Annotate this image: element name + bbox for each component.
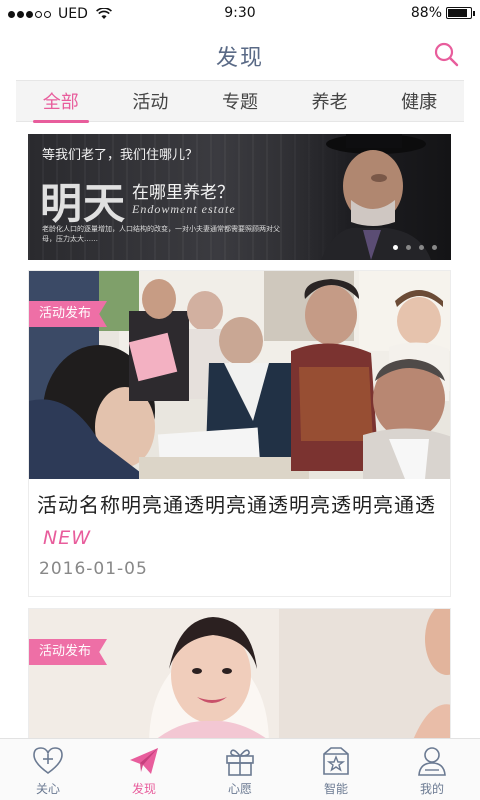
tab-elderly-care[interactable]: 养老 [306, 80, 354, 122]
activity-title-text: 活动名称明亮通透明亮通透明亮透明亮通透 [37, 493, 436, 517]
tab-topics[interactable]: 专题 [216, 80, 264, 122]
banner-carousel[interactable]: 等我们老了，我们住哪儿？ 明天 在哪里养老？ Endowment estate … [28, 134, 451, 260]
battery-percent: 88% [410, 5, 442, 21]
gift-icon [226, 749, 254, 776]
activity-title: 活动名称明亮通透明亮通透明亮透明亮通透 NEW [37, 489, 449, 554]
battery-level [448, 9, 468, 17]
tab-all[interactable]: 全部 [32, 80, 89, 123]
tabbar-label: 心愿 [227, 782, 252, 796]
status-right: 88% [410, 5, 475, 21]
bottom-tab-bar: 关心 发现 心愿 智能 我的 [0, 738, 480, 800]
tabbar-item-discover[interactable]: 发现 [109, 739, 179, 800]
tab-health[interactable]: 健康 [395, 80, 443, 122]
activity-photo: 活动发布 [29, 271, 450, 479]
battery-icon [446, 7, 475, 19]
page-title: 发现 [215, 46, 264, 71]
banner-dot[interactable] [432, 245, 437, 250]
heart-plus-icon [33, 747, 63, 774]
tabbar-item-smart[interactable]: 智能 [301, 739, 371, 800]
tabbar-item-wish[interactable]: 心愿 [205, 739, 275, 800]
user-icon [418, 747, 446, 776]
search-icon[interactable] [432, 40, 460, 68]
tabbar-item-care[interactable]: 关心 [13, 739, 83, 800]
category-tabs: 全部 活动 专题 养老 健康 [16, 80, 464, 123]
banner-big-text: 明天 [40, 179, 127, 228]
nav-bar: 发现 [0, 28, 480, 78]
activity-date: 2016-01-05 [39, 559, 148, 579]
activity-card[interactable]: 活动发布 [28, 608, 451, 744]
tab-activities[interactable]: 活动 [126, 80, 174, 122]
activity-photo-art [29, 609, 450, 743]
activity-photo: 活动发布 [29, 609, 450, 743]
banner-english: Endowment estate [132, 202, 236, 216]
activity-card[interactable]: 活动发布 活动名称明亮通透明亮通透明亮透明亮通透 NEW 2016-01-05 [28, 270, 451, 597]
elderly-man-photo [281, 134, 451, 260]
banner-description: 老龄化人口的逐量增加，人口结构的改变，一对小夫妻通常都需要照顾两对父母，压力太大… [42, 225, 280, 243]
paper-plane-icon [130, 748, 158, 774]
status-time: 9:30 [224, 5, 256, 21]
banner-page-indicator [393, 245, 437, 250]
banner-dot[interactable] [393, 245, 398, 250]
banner-dot[interactable] [419, 245, 424, 250]
activity-tag: 活动发布 [29, 639, 108, 665]
banner-subtitle: 在哪里养老？ [132, 183, 234, 203]
smart-box-icon [323, 747, 349, 775]
status-bar: UED 9:30 88% [0, 0, 480, 28]
banner-dot[interactable] [406, 245, 411, 250]
tabbar-label: 发现 [131, 782, 156, 796]
activity-tag: 活动发布 [29, 301, 108, 327]
tabbar-label: 智能 [323, 782, 348, 796]
banner-headline: 等我们老了，我们住哪儿？ [42, 148, 199, 163]
tabbar-label: 我的 [419, 782, 444, 796]
new-badge: NEW [43, 527, 92, 549]
tabbar-item-mine[interactable]: 我的 [397, 739, 467, 800]
tabbar-label: 关心 [35, 782, 60, 796]
